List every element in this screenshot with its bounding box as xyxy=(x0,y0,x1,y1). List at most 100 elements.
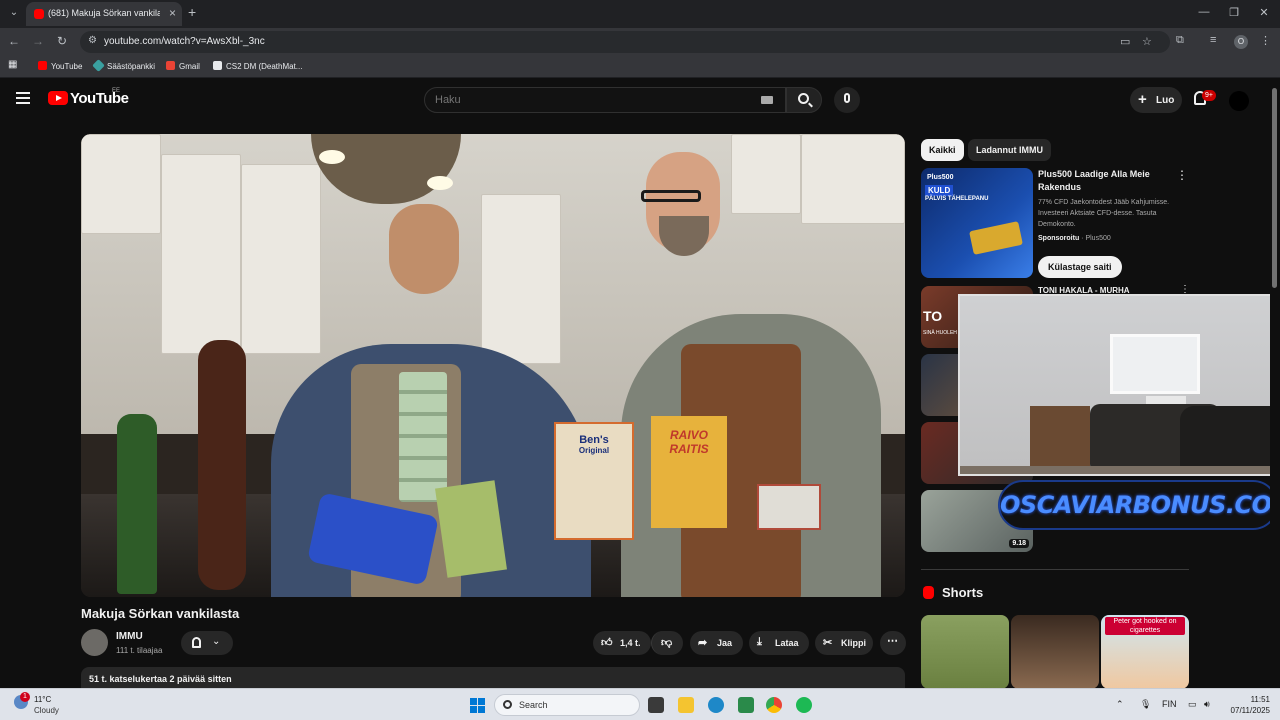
like-button[interactable]: 👍︎ 1,4 t. xyxy=(593,631,651,655)
extensions-icon[interactable]: ⧉ xyxy=(1176,34,1184,47)
subscribed-bell-button[interactable]: ⌄ xyxy=(181,631,233,655)
forward-icon[interactable]: → xyxy=(30,34,46,48)
youtube-logo-icon[interactable] xyxy=(48,91,68,105)
taskbar-search[interactable]: Search xyxy=(494,694,640,716)
date: 07/11/2025 xyxy=(1230,706,1270,715)
start-button[interactable] xyxy=(470,698,485,713)
keyboard-icon[interactable] xyxy=(761,96,773,104)
tray-chevron-icon[interactable]: ⌃ xyxy=(1116,699,1124,710)
weather-alert-badge: 1 xyxy=(20,692,30,702)
channel-avatar[interactable] xyxy=(81,629,108,656)
browser-tab[interactable]: (681) Makuja Sörkan vankilasta × xyxy=(26,2,182,26)
search-box[interactable] xyxy=(424,87,786,113)
share-button[interactable]: ➦ Jaa xyxy=(690,631,743,655)
more-actions-button[interactable]: ⋯ xyxy=(880,631,906,655)
green-package xyxy=(435,480,507,578)
cs2-icon xyxy=(213,61,222,70)
kebab-icon[interactable]: ⋮ xyxy=(1260,34,1271,47)
network-icon[interactable]: ▭ xyxy=(1188,699,1197,710)
cabinet xyxy=(241,164,321,354)
promo-watermark: OSCAVIARBONUS.COM xyxy=(998,480,1280,530)
volume-icon[interactable]: 🔊︎ xyxy=(1204,699,1210,710)
shorts-heading: Shorts xyxy=(942,585,984,600)
page-scrollbar[interactable] xyxy=(1270,80,1280,688)
voice-search-button[interactable] xyxy=(834,87,860,113)
microphone-tray-icon[interactable]: 🎙︎ xyxy=(1140,699,1151,710)
profile-avatar[interactable]: O xyxy=(1234,35,1248,49)
download-button[interactable]: ⤓ Lataa xyxy=(749,631,809,655)
bookmark-cs2[interactable]: CS2 DM (DeathMat... xyxy=(213,61,302,71)
channel-name[interactable]: IMMU xyxy=(116,631,143,642)
tab-title: (681) Makuja Sörkan vankilasta xyxy=(48,8,160,18)
whatsapp-icon[interactable] xyxy=(738,697,754,713)
chrome-icon[interactable] xyxy=(766,697,782,713)
ad-sponsored-line: Sponsoroitu · Plus500 xyxy=(1038,235,1111,242)
search-button[interactable] xyxy=(786,87,822,113)
ad-thumbnail[interactable]: Plus500 KULD PÄLVIS TÄHELEPANU xyxy=(921,168,1033,278)
dislike-button[interactable]: 👎︎ xyxy=(651,631,683,655)
search-icon xyxy=(798,93,809,104)
short-thumbnail[interactable] xyxy=(1011,615,1099,689)
create-button[interactable]: + Luo xyxy=(1130,87,1182,113)
close-tab-icon[interactable]: × xyxy=(169,6,176,20)
scissors-icon: ✂ xyxy=(823,637,833,649)
temperature[interactable]: 11°C xyxy=(34,695,51,704)
visit-site-button[interactable]: Külastage saiti xyxy=(1038,256,1122,278)
bookmark-gmail[interactable]: Gmail xyxy=(166,61,200,71)
address-bar[interactable]: ⚙ youtube.com/watch?v=AwsXbl-_3nc ▭ ☆ xyxy=(80,31,1170,53)
file-explorer-icon[interactable] xyxy=(678,697,694,713)
weather-condition[interactable]: Cloudy xyxy=(34,706,59,715)
language-indicator[interactable]: FIN xyxy=(1162,699,1177,709)
scrollbar-thumb[interactable] xyxy=(1272,88,1277,288)
close-window-icon[interactable]: ✕ xyxy=(1254,6,1274,19)
small-box xyxy=(757,484,821,530)
shorts-icon xyxy=(923,586,934,599)
bell-icon xyxy=(192,637,201,648)
back-icon[interactable]: ← xyxy=(6,34,22,48)
edge-icon[interactable] xyxy=(708,697,724,713)
chip-all[interactable]: Kaikki xyxy=(921,139,964,161)
hood-light xyxy=(319,150,345,164)
restore-icon[interactable]: ❐ xyxy=(1224,6,1244,19)
glasses xyxy=(641,190,701,202)
minimize-icon[interactable]: — xyxy=(1194,6,1214,18)
star-icon[interactable]: ☆ xyxy=(1142,35,1152,48)
gmail-icon xyxy=(166,61,175,70)
apps-icon[interactable]: ▦ xyxy=(8,59,17,70)
bookmark-youtube[interactable]: YouTube xyxy=(38,61,82,71)
ad-more-icon[interactable]: ⋮ xyxy=(1176,168,1188,182)
task-view-icon[interactable] xyxy=(648,697,664,713)
short-caption: Peter got hooked on cigarettes xyxy=(1105,617,1185,635)
tab-search-icon[interactable]: ⌄ xyxy=(6,5,22,21)
video-player[interactable]: Ben's Original RAIVO RAITIS xyxy=(81,134,905,597)
new-tab-icon[interactable]: + xyxy=(188,4,196,20)
menu-icon[interactable] xyxy=(16,92,30,104)
ad-title[interactable]: Plus500 Laadige Alla Meie Rakendus xyxy=(1038,168,1173,194)
green-bottle xyxy=(117,414,157,594)
notification-count-badge: 9+ xyxy=(1202,90,1216,101)
reload-icon[interactable]: ↻ xyxy=(54,34,70,48)
short-thumbnail[interactable] xyxy=(921,615,1009,689)
short-thumbnail[interactable]: Peter got hooked on cigarettes xyxy=(1101,615,1189,689)
hood-light xyxy=(427,176,453,190)
clock[interactable]: 11:51 07/11/2025 xyxy=(1226,694,1270,716)
search-input[interactable] xyxy=(435,93,735,107)
cast-icon[interactable]: ▭ xyxy=(1120,35,1130,48)
browser-toolbar: ← → ↻ ⚙ youtube.com/watch?v=AwsXbl-_3nc … xyxy=(0,28,1280,56)
room-window xyxy=(1110,334,1200,394)
plus-icon: + xyxy=(1138,91,1147,108)
spotify-icon[interactable] xyxy=(796,697,812,713)
webcam-overlay xyxy=(958,294,1274,476)
chip-uploaded-by[interactable]: Ladannut IMMU xyxy=(968,139,1051,161)
rice-brand: Ben's xyxy=(579,434,609,446)
like-count: 1,4 t. xyxy=(620,638,641,648)
ad-description: 77% CFD Jaekontodest Jääb Kahjumisse. In… xyxy=(1038,199,1170,228)
youtube-bookmark-icon xyxy=(38,61,47,70)
bookmark-saastopankki[interactable]: Säästöpankki xyxy=(92,59,155,72)
reading-list-icon[interactable]: ≡ xyxy=(1210,34,1216,46)
account-avatar[interactable] xyxy=(1229,91,1249,111)
sidebar-divider xyxy=(921,569,1189,570)
ad-thumb-headline: KULD xyxy=(925,185,954,196)
site-info-icon[interactable]: ⚙ xyxy=(88,35,97,46)
clip-button[interactable]: ✂ Klippi xyxy=(815,631,873,655)
